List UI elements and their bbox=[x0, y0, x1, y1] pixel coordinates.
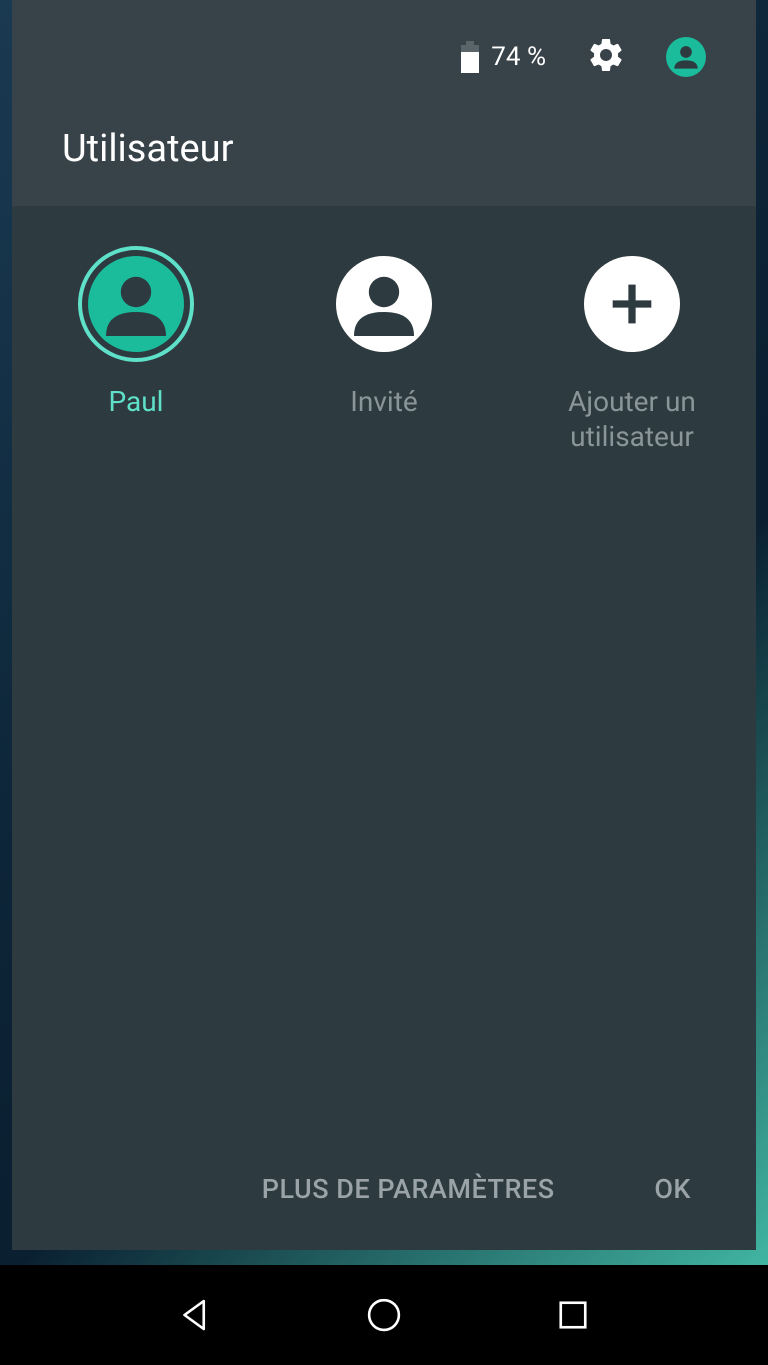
footer-actions: PLUS DE PARAMÈTRES OK bbox=[12, 1143, 756, 1250]
status-row: 74 % bbox=[12, 0, 756, 107]
user-switcher-panel: 74 % Utilisateur bbox=[12, 0, 756, 1250]
nav-home-button[interactable] bbox=[360, 1291, 408, 1339]
page-title: Utilisateur bbox=[12, 107, 756, 206]
nav-recent-button[interactable] bbox=[549, 1291, 597, 1339]
more-settings-button[interactable]: PLUS DE PARAMÈTRES bbox=[62, 1173, 654, 1205]
navigation-bar bbox=[0, 1265, 768, 1365]
nav-back-button[interactable] bbox=[171, 1291, 219, 1339]
user-label: Ajouter un utilisateur bbox=[522, 384, 742, 454]
person-icon bbox=[88, 256, 184, 352]
user-label: Invité bbox=[350, 384, 417, 419]
plus-icon bbox=[584, 256, 680, 352]
user-label: Paul bbox=[109, 384, 164, 419]
panel-header: 74 % Utilisateur bbox=[12, 0, 756, 206]
user-avatar-ring bbox=[78, 246, 194, 362]
user-paul[interactable]: Paul bbox=[26, 246, 246, 454]
user-avatar-ring bbox=[574, 246, 690, 362]
user-grid: Paul Invité Ajouter bbox=[12, 206, 756, 454]
battery-percent-label: 74 % bbox=[491, 42, 546, 72]
user-avatar-ring bbox=[326, 246, 442, 362]
battery-icon bbox=[461, 41, 479, 73]
user-account-icon[interactable] bbox=[666, 37, 706, 77]
person-icon bbox=[336, 256, 432, 352]
battery-indicator: 74 % bbox=[461, 41, 546, 73]
user-guest[interactable]: Invité bbox=[274, 246, 494, 454]
add-user-button[interactable]: Ajouter un utilisateur bbox=[522, 246, 742, 454]
settings-icon[interactable] bbox=[586, 35, 626, 79]
ok-button[interactable]: OK bbox=[654, 1173, 706, 1205]
